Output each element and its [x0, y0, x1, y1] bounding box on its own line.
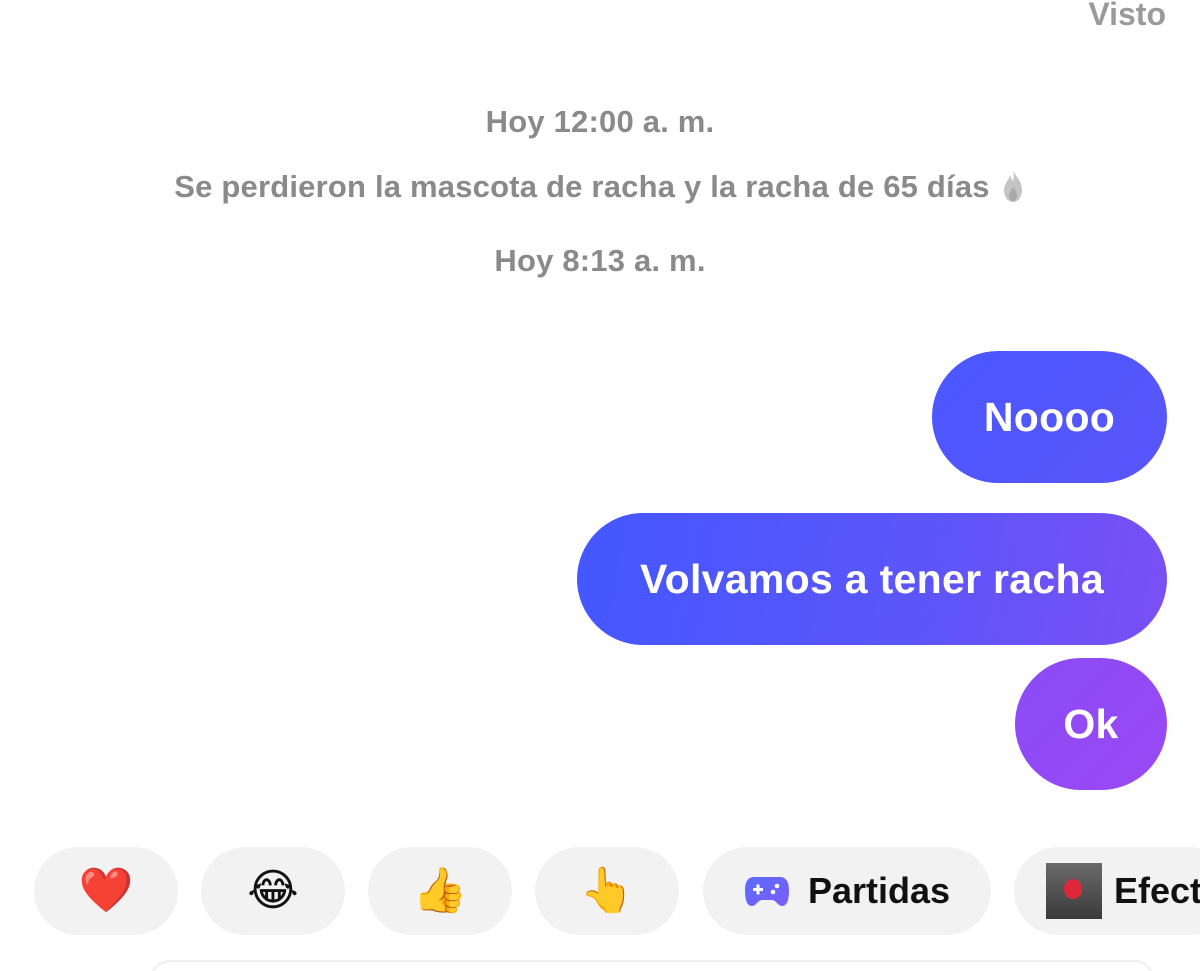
reaction-heart-button[interactable]: ❤️	[34, 847, 178, 935]
laughing-emoji-icon: 😂	[247, 866, 299, 915]
seen-status: Visto	[1088, 0, 1166, 32]
chat-screen: Visto Hoy 12:00 a. m. Se perdieron la ma…	[0, 0, 1200, 971]
heart-emoji-icon: ❤️	[78, 866, 134, 915]
sent-message-bubble[interactable]: Volvamos a tener racha	[577, 513, 1167, 645]
message-input-field[interactable]	[150, 960, 1154, 971]
reaction-thumbs-up-button[interactable]: 👍	[368, 847, 512, 935]
reaction-laugh-button[interactable]: 😂	[201, 847, 345, 935]
streak-lost-text: Se perdieron la mascota de racha y la ra…	[174, 169, 990, 204]
pointing-up-emoji-icon: 👆	[579, 866, 635, 915]
effects-label: Efect	[1114, 870, 1200, 911]
sent-message-bubble[interactable]: Noooo	[932, 351, 1167, 483]
games-button[interactable]: Partidas	[703, 847, 991, 935]
timestamp-divider: Hoy 8:13 a. m.	[494, 243, 706, 278]
reaction-pointing-up-button[interactable]: 👆	[535, 847, 679, 935]
streak-lost-notice: Se perdieron la mascota de racha y la ra…	[0, 169, 1200, 205]
effects-button[interactable]: Efect	[1014, 847, 1200, 935]
thumbs-up-emoji-icon: 👍	[412, 866, 468, 915]
sent-message-bubble[interactable]: Ok	[1015, 658, 1167, 790]
games-label: Partidas	[807, 870, 951, 911]
flame-icon	[1003, 170, 1022, 202]
timestamp-divider: Hoy 12:00 a. m.	[485, 104, 715, 139]
effect-thumbnail	[1046, 863, 1102, 919]
game-controller-icon	[744, 877, 789, 906]
